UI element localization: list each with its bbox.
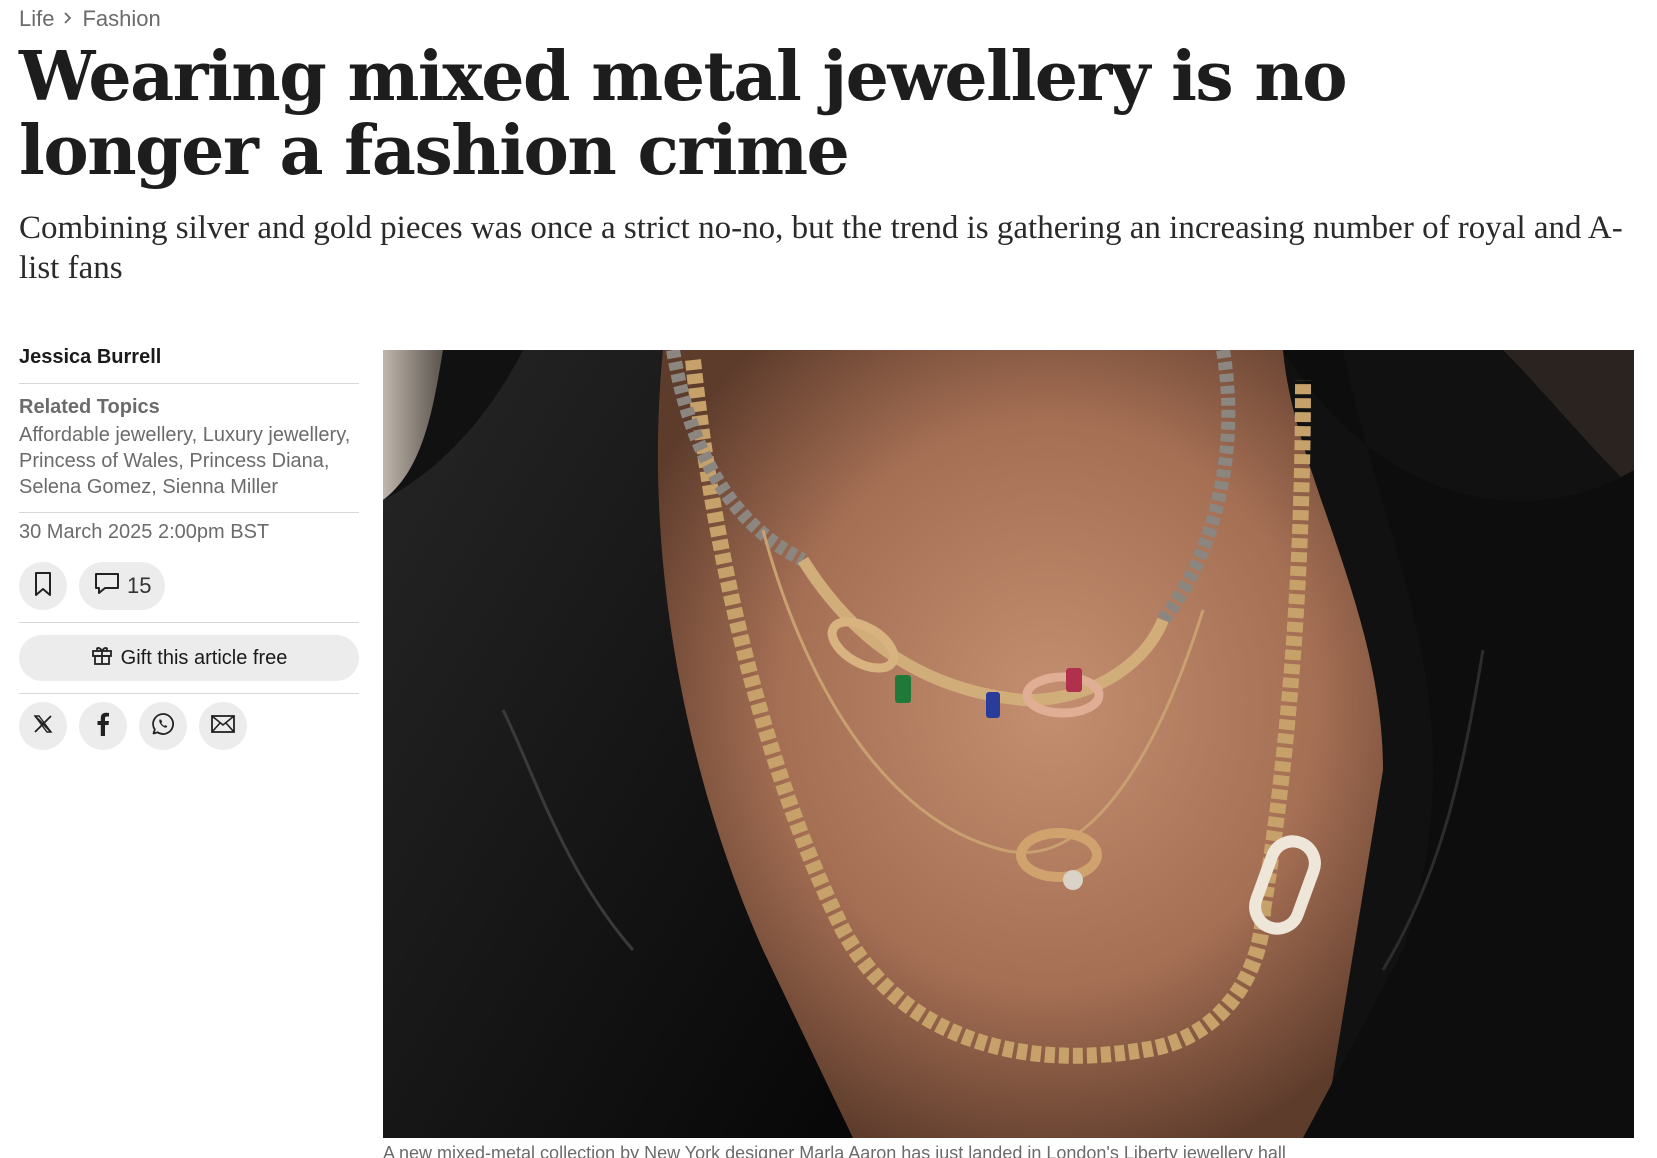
related-topics: Related Topics Affordable jewellery, Lux… bbox=[19, 384, 359, 513]
author-link[interactable]: Jessica Burrell bbox=[19, 346, 359, 384]
gift-article-label: Gift this article free bbox=[120, 646, 288, 669]
image-caption: A new mixed-metal collection by New York… bbox=[383, 1143, 1286, 1158]
whatsapp-icon bbox=[151, 712, 175, 741]
bookmark-button[interactable] bbox=[19, 562, 67, 610]
gift-icon bbox=[91, 644, 113, 672]
share-whatsapp-button[interactable] bbox=[139, 702, 187, 750]
related-topics-title: Related Topics bbox=[19, 396, 160, 418]
publish-date: 30 March 2025 2:00pm BST bbox=[19, 521, 270, 543]
comment-icon bbox=[93, 571, 121, 601]
article-actions: 15 bbox=[19, 544, 359, 623]
article-standfirst: Combining silver and gold pieces was onc… bbox=[19, 210, 1623, 286]
breadcrumb: Life Fashion bbox=[19, 6, 161, 32]
article-hero-image[interactable] bbox=[383, 350, 1634, 1138]
breadcrumb-section-link[interactable]: Life bbox=[19, 6, 54, 32]
gift-row: Gift this article free bbox=[19, 623, 359, 694]
facebook-icon bbox=[96, 712, 110, 741]
share-email-button[interactable] bbox=[199, 702, 247, 750]
gift-article-button[interactable]: Gift this article free bbox=[19, 635, 359, 681]
comments-button[interactable]: 15 bbox=[79, 562, 166, 610]
comment-count: 15 bbox=[127, 573, 152, 598]
breadcrumb-subsection-link[interactable]: Fashion bbox=[82, 6, 160, 32]
chevron-right-icon bbox=[62, 8, 74, 31]
article-headline: Wearing mixed metal jewellery is no long… bbox=[19, 37, 1348, 191]
bookmark-icon bbox=[32, 571, 54, 602]
share-facebook-button[interactable] bbox=[79, 702, 127, 750]
email-icon bbox=[210, 714, 236, 739]
x-icon bbox=[32, 713, 54, 740]
share-buttons bbox=[19, 694, 359, 750]
share-x-button[interactable] bbox=[19, 702, 67, 750]
article-meta-sidebar: Jessica Burrell Related Topics Affordabl… bbox=[19, 346, 359, 750]
related-topics-links[interactable]: Affordable jewellery, Luxury jewellery, … bbox=[19, 422, 359, 500]
